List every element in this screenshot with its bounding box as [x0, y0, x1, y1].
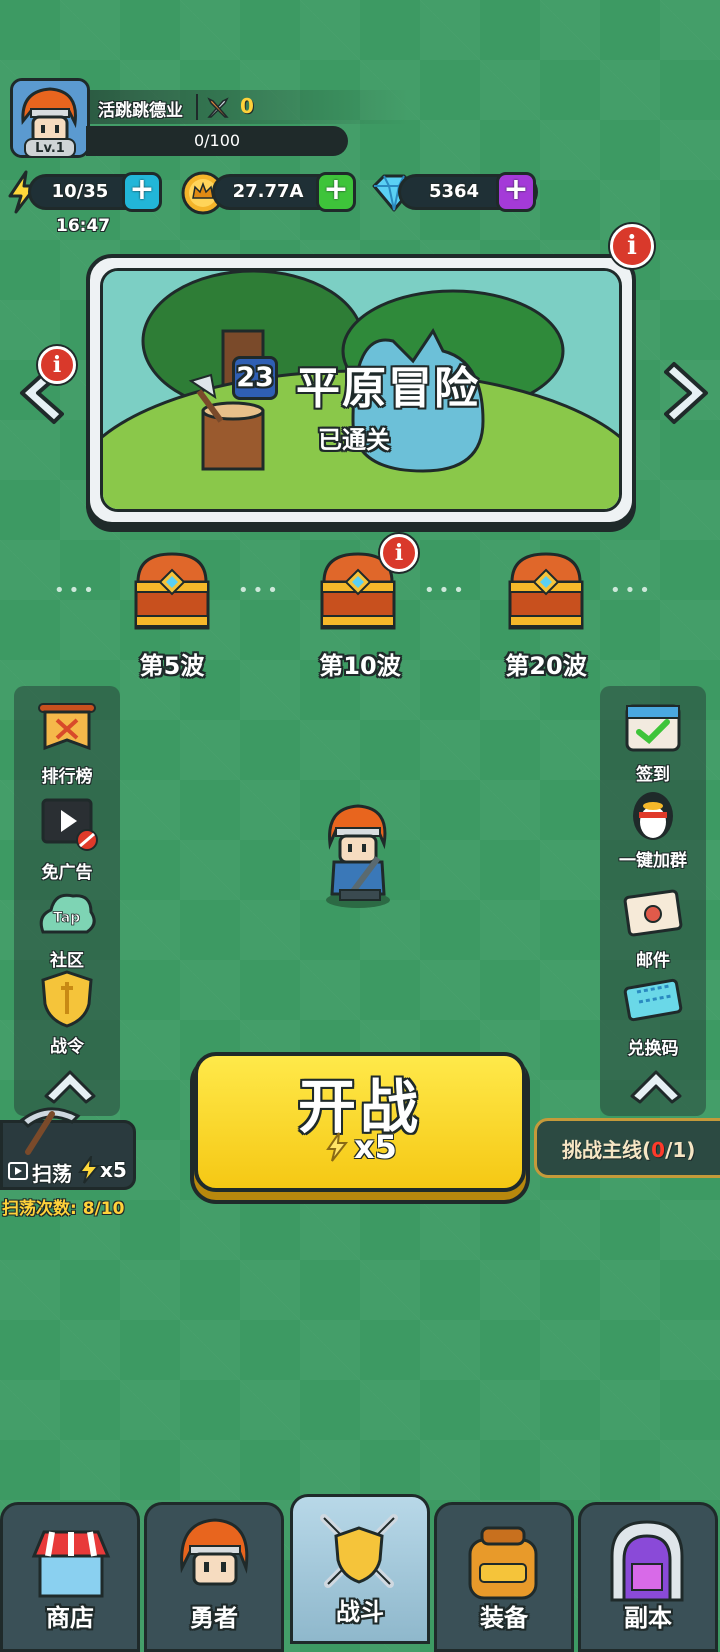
- treasure-chest-icon[interactable]: [132, 548, 212, 632]
- sweep-count: 扫荡次数: 8/10: [2, 1199, 125, 1219]
- mainline-suffix: /1): [665, 1138, 696, 1162]
- no-ads-label: 免广告: [41, 863, 93, 883]
- tap-community-icon: Tap: [39, 893, 96, 934]
- stage-number: 23: [232, 356, 278, 400]
- next-stage-arrow-icon[interactable]: [664, 358, 714, 428]
- diamond-value: 5364: [428, 181, 480, 202]
- tap-icon-text: Tap: [53, 910, 80, 926]
- wave-label: 第20波: [505, 652, 587, 680]
- battle-energy-icon: [326, 1132, 348, 1162]
- wave-label: 第10波: [319, 652, 401, 680]
- chest-info-badge[interactable]: i: [380, 534, 418, 572]
- stage-status: 已通关: [318, 426, 390, 454]
- progress-dots: •••: [424, 580, 468, 601]
- left-collapse-arrow-icon[interactable]: [40, 1064, 100, 1104]
- sweep-energy-icon: [78, 1156, 100, 1184]
- name-divider: [196, 94, 198, 120]
- ranking-label: 排行榜: [41, 767, 93, 787]
- tab-dungeon-label: 副本: [624, 1604, 672, 1632]
- xp-text: 0/100: [193, 131, 241, 150]
- battle-pass-button[interactable]: 战令: [22, 970, 112, 1057]
- redeem-ticket-icon: [623, 978, 683, 1022]
- progress-dots: •••: [54, 580, 98, 601]
- player-level: Lv.1: [24, 138, 76, 158]
- wave-label: 第5波: [139, 652, 205, 680]
- progress-dots: •••: [238, 580, 282, 601]
- energy-plus-button[interactable]: +: [122, 172, 162, 212]
- mainline-current: 0: [651, 1138, 666, 1162]
- gold-value: 27.77A: [232, 181, 304, 202]
- stage-info-badge[interactable]: i: [610, 224, 654, 268]
- check-in-label: 签到: [636, 765, 670, 785]
- redeem-code-label: 兑换码: [627, 1039, 679, 1059]
- ranking-banner-icon: [38, 703, 96, 751]
- no-ads-icon: [41, 798, 98, 851]
- sweep-label: 扫荡: [32, 1162, 72, 1186]
- tab-hero-label: 勇者: [190, 1604, 238, 1632]
- gold-plus-button[interactable]: +: [316, 172, 356, 212]
- ranking-button[interactable]: 排行榜: [22, 700, 112, 787]
- dungeon-gate-icon: [610, 1520, 684, 1602]
- start-battle-cost: x5: [354, 1128, 397, 1166]
- diamond-plus-button[interactable]: +: [496, 172, 536, 212]
- battle-icon: [320, 1514, 398, 1588]
- community-button[interactable]: Tap 社区: [22, 884, 112, 971]
- battle-pass-label: 战令: [50, 1037, 84, 1057]
- check-in-button[interactable]: 签到: [608, 698, 698, 785]
- treasure-chest-icon[interactable]: [506, 548, 586, 632]
- mainline-prefix: 挑战主线(: [562, 1138, 652, 1162]
- join-group-button[interactable]: 一键加群: [608, 784, 698, 871]
- video-play-icon: [8, 1162, 28, 1180]
- energy-timer: 16:47: [56, 216, 111, 236]
- mail-label: 邮件: [636, 951, 670, 971]
- tab-shop-label: 商店: [46, 1604, 94, 1632]
- tab-battle-label: 战斗: [336, 1598, 384, 1626]
- hero-character-sprite: [326, 804, 390, 908]
- community-label: 社区: [50, 951, 84, 971]
- combat-power: 0: [240, 94, 254, 118]
- shop-icon: [31, 1530, 111, 1598]
- hero-icon: [180, 1518, 249, 1586]
- crossed-swords-icon: [207, 97, 229, 118]
- mainline-challenge-text: 挑战主线(0/1): [562, 1134, 695, 1163]
- battle-pass-shield-icon: [41, 970, 93, 1028]
- pickaxe-icon: [19, 1107, 81, 1155]
- mail-button[interactable]: 邮件: [608, 884, 698, 971]
- mail-envelope-icon: [623, 889, 683, 937]
- right-collapse-arrow-icon[interactable]: [626, 1064, 686, 1104]
- redeem-code-button[interactable]: 兑换码: [608, 972, 698, 1059]
- equipment-bag-icon: [468, 1526, 538, 1600]
- join-group-label: 一键加群: [619, 851, 687, 871]
- prev-stage-info-badge[interactable]: i: [38, 346, 76, 384]
- energy-value: 10/35: [51, 181, 109, 202]
- sweep-cost: x5: [100, 1158, 127, 1182]
- tab-equipment-label: 装备: [480, 1604, 528, 1632]
- no-ads-button[interactable]: 免广告: [22, 796, 112, 883]
- progress-dots: •••: [610, 580, 654, 601]
- stage-name: 平原冒险: [296, 363, 480, 414]
- qq-penguin-icon: [633, 792, 673, 840]
- player-name: 活跳跳德业: [98, 101, 183, 121]
- check-in-calendar-icon: [625, 704, 681, 752]
